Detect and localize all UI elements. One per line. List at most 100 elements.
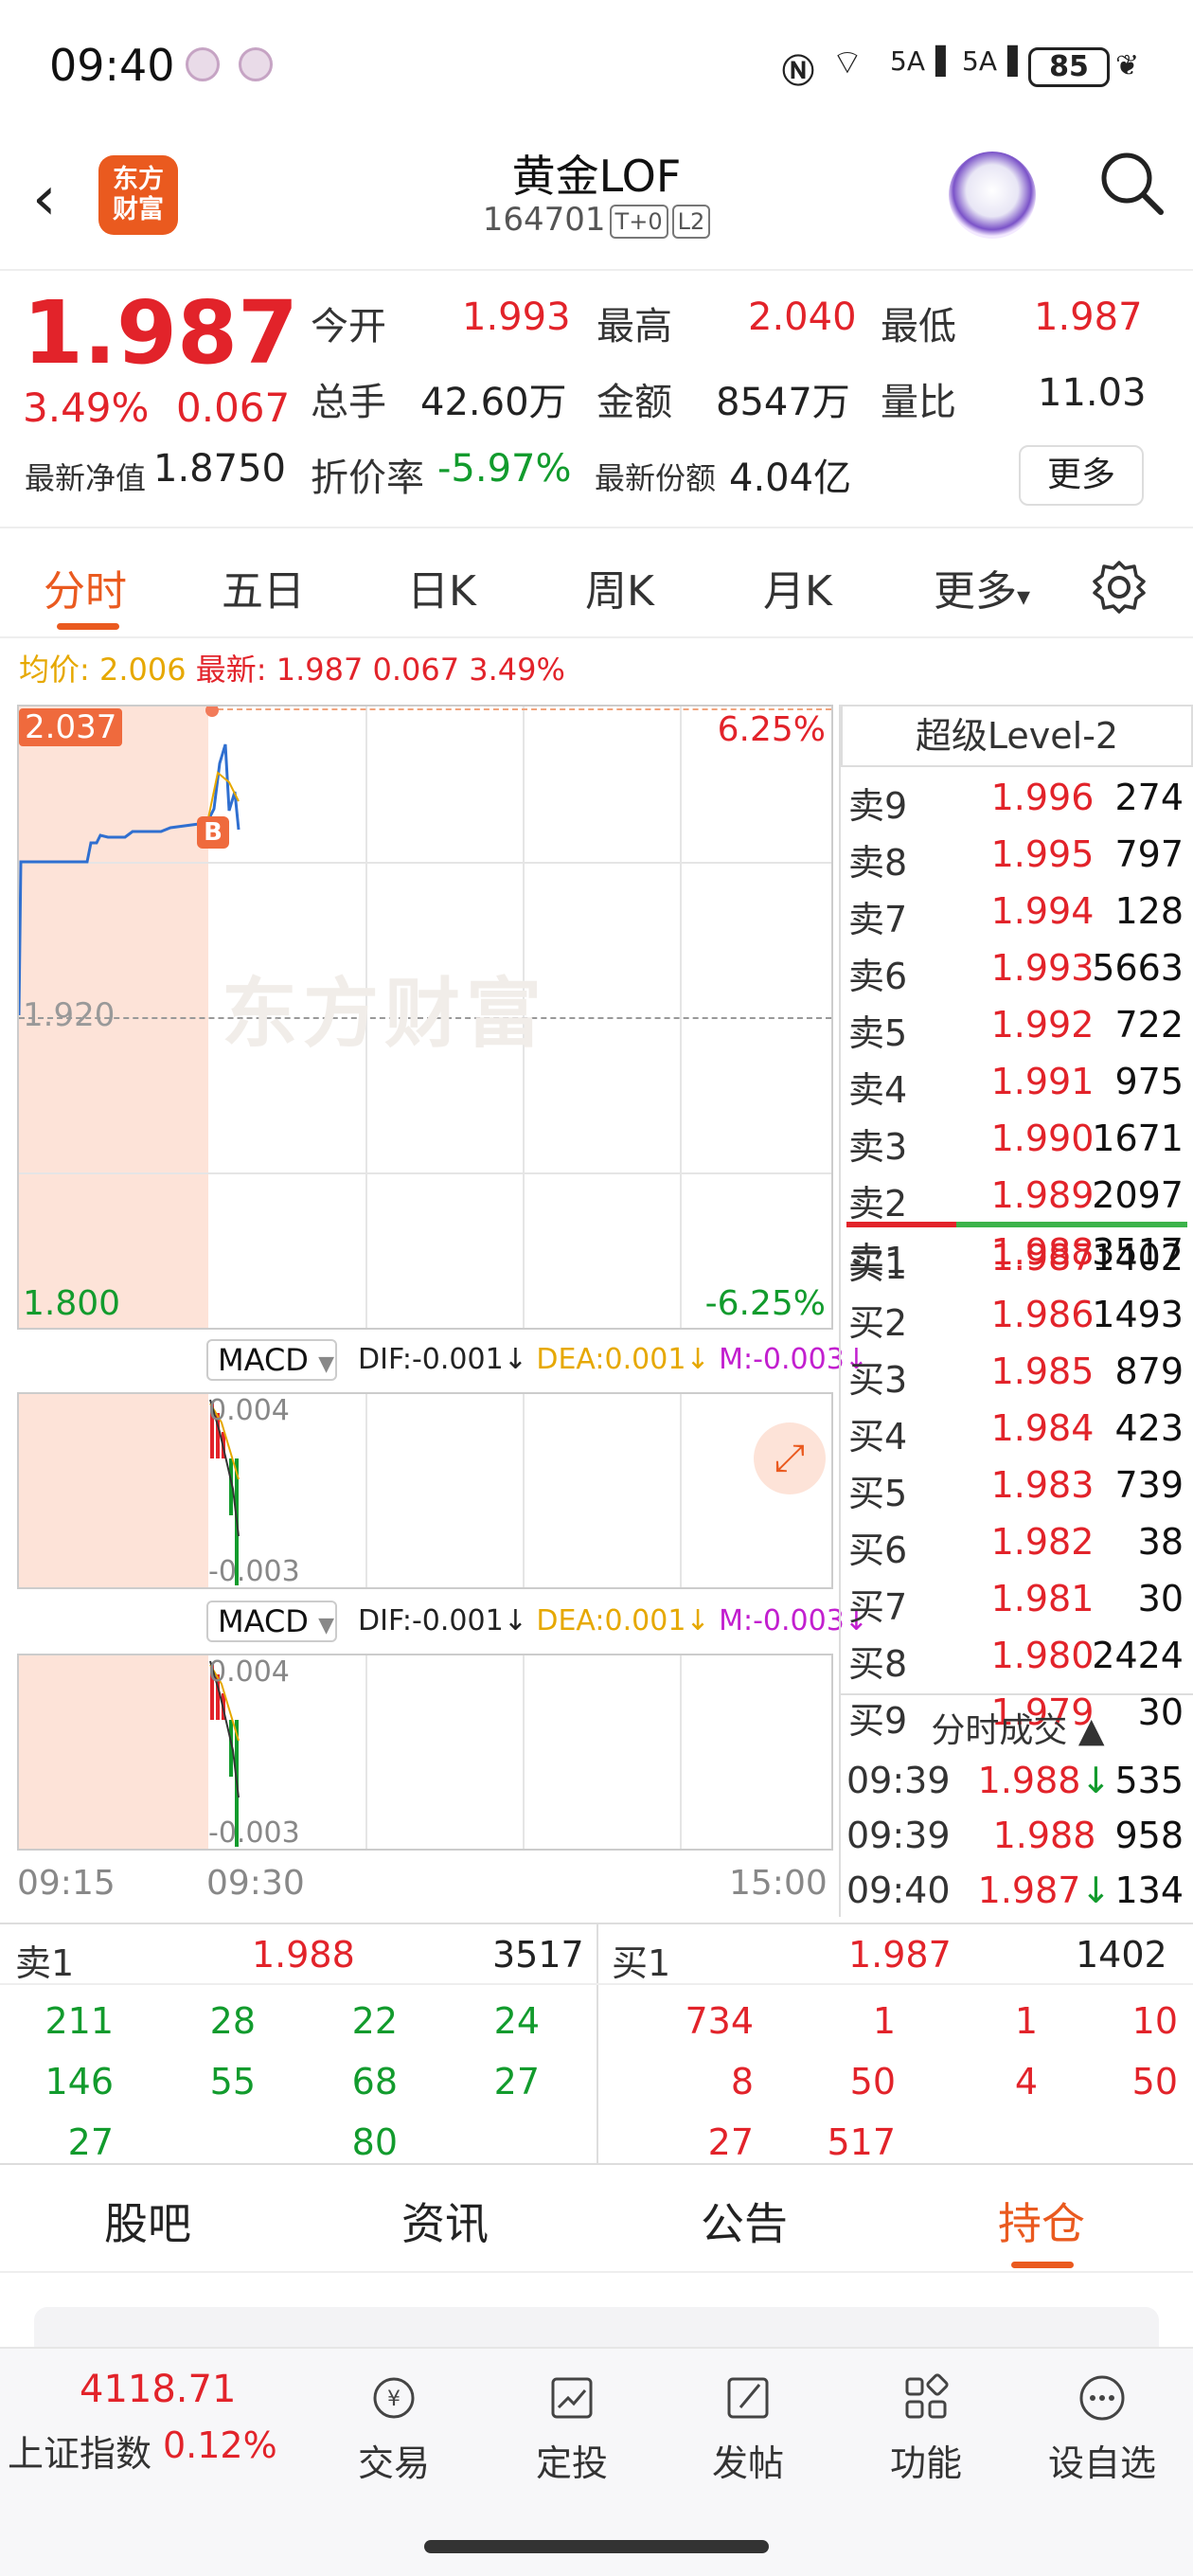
nav-value: 1.8750: [153, 447, 286, 491]
sell-level-row[interactable]: 卖3 1.990 1671: [841, 1118, 1193, 1168]
app-notification-icon: [239, 47, 273, 81]
level2-panel: 超级Level-2 卖9 1.996 274 卖8 1.995 797 卖7 1.994 128…: [839, 705, 1193, 1917]
index-value[interactable]: 4118.71: [80, 2368, 236, 2411]
time-axis-mid: 09:30: [206, 1864, 305, 1903]
grid-apps-icon: [905, 2373, 949, 2419]
macd-indicator-select[interactable]: MACD ▼: [206, 1339, 337, 1381]
sell-queue-order: 28: [209, 2000, 256, 2042]
sell-queue-order: 55: [209, 2061, 256, 2102]
tab-news[interactable]: 资讯: [401, 2190, 489, 2252]
sell-level-name: 卖4: [848, 1069, 908, 1111]
trade-volume: 134: [1114, 1869, 1184, 1911]
nav-auto-invest[interactable]: 定投: [515, 2370, 629, 2486]
buy-level-row[interactable]: 买1 1.987 1402: [841, 1237, 1193, 1287]
sell-level-volume: 975: [1114, 1061, 1184, 1102]
assistant-robot-icon[interactable]: [949, 152, 1036, 239]
sell-level-row[interactable]: 卖5 1.992 722: [841, 1004, 1193, 1054]
open-value: 1.993: [462, 295, 571, 339]
nav-trade[interactable]: ¥ 交易: [337, 2370, 451, 2486]
buy-level-row[interactable]: 买7 1.981 30: [841, 1578, 1193, 1628]
search-icon[interactable]: [1095, 146, 1170, 222]
buy-level-row[interactable]: 买8 1.980 2424: [841, 1635, 1193, 1685]
buy-level-name: 买1: [848, 1245, 908, 1287]
buy-queue-order: 10: [1131, 2000, 1178, 2042]
buy-level-row[interactable]: 买3 1.985 879: [841, 1351, 1193, 1401]
high-label: 最高: [596, 305, 672, 349]
nav-post[interactable]: 发帖: [691, 2370, 805, 2486]
tab-intraday[interactable]: 分时: [44, 557, 127, 617]
buy-level-volume: 879: [1114, 1351, 1184, 1392]
tab-daily-k[interactable]: 日K: [407, 557, 476, 617]
index-percent[interactable]: 0.12%: [163, 2424, 277, 2466]
macd-indicator-select[interactable]: MACD ▼: [206, 1601, 337, 1642]
buy-marker[interactable]: B: [197, 816, 229, 849]
sell-level-name: 卖6: [848, 956, 908, 997]
trades-title[interactable]: 分时成交 ▲: [841, 1703, 1193, 1752]
macd-chart[interactable]: 0.004 -0.003: [17, 1654, 833, 1851]
buy-level-row[interactable]: 买5 1.983 739: [841, 1464, 1193, 1514]
trade-price: 1.988↓: [977, 1760, 1112, 1801]
buy-level-row[interactable]: 买6 1.982 38: [841, 1521, 1193, 1571]
buy-level-row[interactable]: 买2 1.986 1493: [841, 1294, 1193, 1344]
buy-level-volume: 38: [1137, 1521, 1184, 1563]
macd-dea: DEA:0.001↓: [536, 1604, 710, 1637]
buy-level-row[interactable]: 买4 1.984 423: [841, 1407, 1193, 1458]
buy-level-volume: 2424: [1092, 1635, 1184, 1676]
nfc-icon: Ⓝ: [782, 53, 814, 91]
sell-level-volume: 2097: [1092, 1174, 1184, 1216]
buy1-price: 1.987: [848, 1934, 952, 1976]
tab-monthly-k[interactable]: 月K: [763, 557, 832, 617]
sell-level-row[interactable]: 卖7 1.994 128: [841, 890, 1193, 940]
buy-queue-order: 517: [827, 2121, 896, 2163]
discount-label: 折价率: [311, 456, 424, 500]
l2-tag: L2: [671, 204, 711, 239]
intraday-chart[interactable]: 东方财富 2.037 1.920 1.800 6.25% -6.25% B: [17, 705, 833, 1330]
sell-level-row[interactable]: 卖9 1.996 274: [841, 777, 1193, 827]
sell-level-price: 1.994: [990, 890, 1095, 932]
index-name[interactable]: 上证指数: [8, 2424, 151, 2477]
more-button[interactable]: 更多: [1019, 445, 1144, 506]
macd-bottom-label: -0.003: [208, 1555, 300, 1588]
macd-top-label: 0.004: [208, 1655, 290, 1689]
tab-five-day[interactable]: 五日: [222, 557, 305, 617]
pct-top-label: 6.25%: [717, 710, 826, 749]
buy-level-name: 买2: [848, 1302, 908, 1344]
tab-more[interactable]: 更多▾: [934, 557, 1030, 617]
signal-icon: 5A▐: [890, 45, 946, 77]
tab-holdings[interactable]: 持仓: [998, 2190, 1085, 2252]
tab-weekly-k[interactable]: 周K: [585, 557, 654, 617]
nav-functions[interactable]: 功能: [869, 2370, 983, 2486]
dropdown-arrow-icon: ▼: [318, 1614, 335, 1637]
buy-queue-order: 50: [1131, 2061, 1178, 2102]
status-time: 09:40: [49, 40, 175, 91]
sell-level-price: 1.990: [990, 1118, 1095, 1159]
tab-announcements[interactable]: 公告: [701, 2190, 788, 2252]
y-axis-bottom-label: 1.800: [23, 1284, 121, 1323]
sell-queue-order: 24: [493, 2000, 540, 2042]
sell-level-row[interactable]: 卖6 1.993 5663: [841, 947, 1193, 997]
buy1-label: 买1: [612, 1942, 671, 1984]
sell-level-row[interactable]: 卖2 1.989 2097: [841, 1174, 1193, 1225]
buy-queue-order: 734: [685, 2000, 754, 2042]
buy-level-name: 买5: [848, 1473, 908, 1514]
active-tab-indicator: [1011, 2262, 1074, 2268]
macd-chart[interactable]: 0.004 -0.003 ⤢: [17, 1392, 833, 1589]
average-price: 均价: 2.006: [19, 652, 187, 688]
macd-values: DIF:-0.001↓ DEA:0.001↓ M:-0.003↓: [358, 1343, 868, 1376]
level2-title[interactable]: 超级Level-2: [841, 705, 1193, 767]
sell-level-row[interactable]: 卖8 1.995 797: [841, 833, 1193, 884]
settings-gear-icon[interactable]: [1091, 559, 1148, 616]
sell-level-price: 1.993: [990, 947, 1095, 989]
home-indicator[interactable]: [424, 2540, 769, 2553]
buy-queue-order: 27: [707, 2121, 754, 2163]
sell-level-row[interactable]: 卖4 1.991 975: [841, 1061, 1193, 1111]
tab-forum[interactable]: 股吧: [104, 2190, 191, 2252]
chart-info-line: 均价: 2.006 最新: 1.987 0.067 3.49%: [19, 646, 565, 689]
macd-label: MACD: [218, 1342, 309, 1378]
trade-time: 09:40: [846, 1869, 951, 1911]
low-label: 最低: [881, 305, 956, 349]
buy-level-name: 买4: [848, 1416, 908, 1458]
expand-icon[interactable]: ⤢: [754, 1422, 826, 1494]
nav-add-watchlist[interactable]: 设自选: [1045, 2370, 1159, 2486]
discount-value: -5.97%: [437, 447, 572, 491]
